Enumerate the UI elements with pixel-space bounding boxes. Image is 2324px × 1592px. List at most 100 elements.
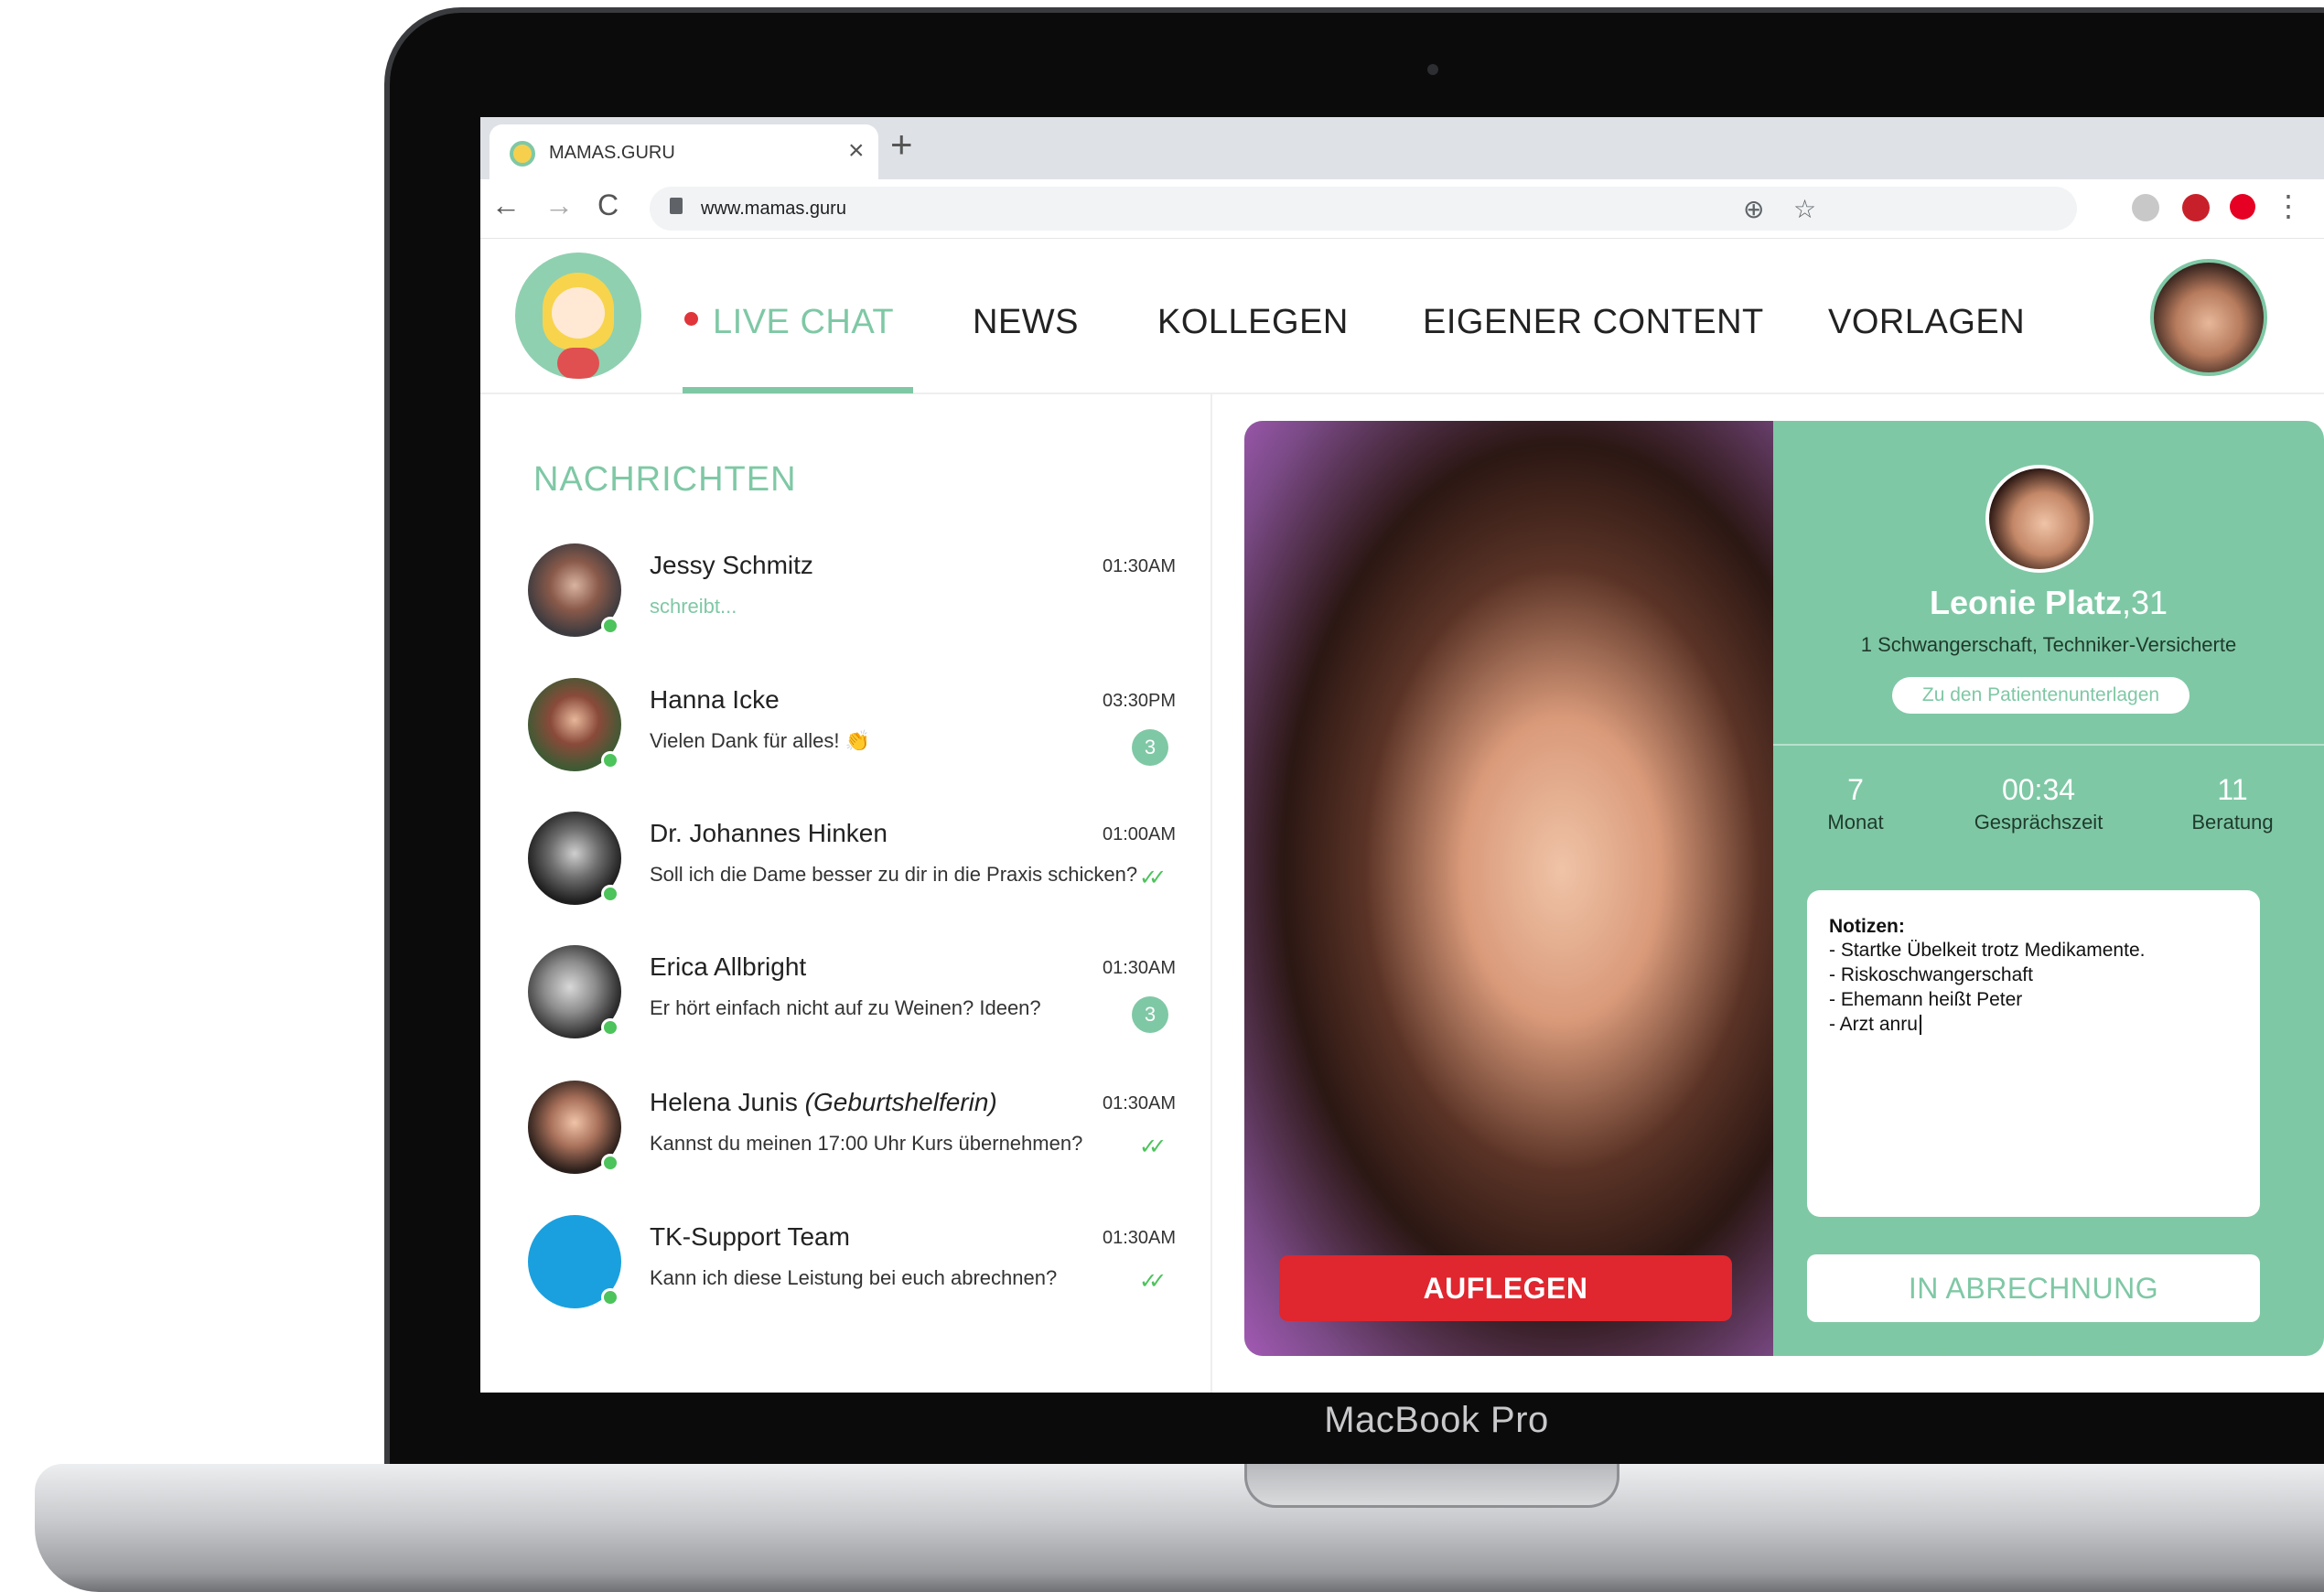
- nav-news[interactable]: NEWS: [973, 303, 1079, 342]
- mamas-favicon-icon: [510, 141, 535, 167]
- message-item[interactable]: TK-Support Team 01:30AM Kann ich diese L…: [480, 1215, 1212, 1349]
- new-tab-icon[interactable]: +: [890, 123, 913, 167]
- patient-subtitle: 1 Schwangerschaft, Techniker-Versicherte: [1860, 633, 2237, 656]
- contact-name: Dr. Johannes Hinken: [650, 819, 888, 847]
- message-time: 01:30AM: [1103, 1228, 1177, 1248]
- notes-line: - Riskoschwangerschaft: [1829, 964, 2033, 985]
- laptop-camera: [1427, 64, 1438, 75]
- browser-tabstrip: MAMAS.GURU × +: [480, 117, 2324, 179]
- read-check-icon: ✓✓: [1139, 866, 1167, 890]
- message-item[interactable]: Hanna Icke 03:30PM Vielen Dank für alles…: [480, 678, 1212, 812]
- live-call-card: AUFLEGEN Leonie Platz,31 1 Schwangerscha…: [1244, 421, 2324, 1356]
- nav-kollegen[interactable]: KOLLEGEN: [1157, 303, 1349, 342]
- contact-name: Erica Allbright: [650, 952, 807, 981]
- text-caret: [1919, 1015, 1921, 1036]
- user-avatar[interactable]: [2150, 259, 2267, 376]
- unread-count-badge: 3: [1132, 996, 1168, 1033]
- location-icon[interactable]: ⊕: [1743, 194, 1764, 224]
- mamas-guru-logo[interactable]: [515, 253, 641, 379]
- notes-line: - Ehemann heißt Peter: [1829, 989, 2023, 1010]
- online-status-icon: [601, 1288, 619, 1307]
- drive-icon[interactable]: [2132, 194, 2159, 221]
- tab-close-icon[interactable]: ×: [848, 135, 865, 167]
- message-time: 01:30AM: [1103, 556, 1177, 576]
- messages-title: NACHRICHTEN: [533, 460, 797, 499]
- message-preview: Soll ich die Dame besser zu dir in die P…: [650, 863, 1138, 886]
- laptop-hinge-notch: [1244, 1464, 1619, 1508]
- stat-call-time: 00:34 Gesprächszeit: [1965, 773, 2112, 834]
- notes-line-text: - Arzt anru: [1829, 1014, 1918, 1035]
- messages-panel: NACHRICHTEN Jessy Schmitz 01:30AM schrei…: [480, 394, 1212, 1393]
- nav-live-chat[interactable]: LIVE CHAT: [684, 303, 894, 342]
- stat-label: Gesprächszeit: [1974, 811, 2103, 834]
- contact-name-text: Helena Junis: [650, 1088, 798, 1116]
- live-indicator-icon: [684, 312, 698, 327]
- video-feed: AUFLEGEN: [1244, 421, 1773, 1356]
- nav-vorlagen[interactable]: VORLAGEN: [1828, 303, 2025, 342]
- divider: [1773, 744, 2324, 746]
- notes-line: - Startke Übelkeit trotz Medikamente.: [1829, 940, 2146, 961]
- lock-icon: [670, 198, 683, 214]
- message-preview: Kann ich diese Leistung bei euch abrechn…: [650, 1266, 1058, 1289]
- nav-active-underline: [683, 387, 913, 393]
- message-item[interactable]: Jessy Schmitz 01:30AM schreibt...: [480, 543, 1212, 677]
- message-time: 03:30PM: [1103, 691, 1177, 711]
- read-check-icon: ✓✓: [1139, 1135, 1167, 1159]
- app-header: LIVE CHAT NEWS KOLLEGEN EIGENER CONTENT …: [480, 239, 2324, 394]
- marketing-stage: MacBook Pro MAMAS.GURU × + ← → C www.mam…: [0, 0, 2324, 1592]
- stat-value: 11: [2217, 773, 2248, 806]
- online-status-icon: [601, 1018, 619, 1037]
- address-url[interactable]: www.mamas.guru: [701, 199, 846, 220]
- logo-heart-icon: [557, 348, 599, 379]
- online-status-icon: [601, 617, 619, 635]
- bill-button[interactable]: IN ABRECHNUNG ÜBERNEHMEN: [1807, 1254, 2260, 1356]
- nav-live-chat-label: LIVE CHAT: [713, 303, 895, 341]
- message-time: 01:30AM: [1103, 1093, 1177, 1113]
- forward-arrow-icon[interactable]: →: [544, 188, 574, 222]
- star-icon[interactable]: ☆: [1793, 194, 1816, 224]
- stat-consultations: 11 Beratung: [2159, 773, 2306, 834]
- message-item[interactable]: Erica Allbright 01:30AM Er hört einfach …: [480, 945, 1212, 1079]
- read-check-icon: ✓✓: [1139, 1269, 1167, 1294]
- patient-records-button[interactable]: Zu den Patientenunterlagen: [1892, 677, 2190, 714]
- patient-info-panel: Leonie Platz,31 1 Schwangerschaft, Techn…: [1773, 421, 2324, 1356]
- message-time: 01:00AM: [1103, 824, 1177, 844]
- notes-line: - Arzt anru: [1829, 1012, 2238, 1037]
- patient-name: Leonie Platz,31: [1773, 584, 2324, 622]
- stat-month: 7 Monat: [1782, 773, 1929, 834]
- adblock-icon[interactable]: [2182, 194, 2210, 221]
- online-status-icon: [601, 751, 619, 769]
- unread-count-badge: 3: [1132, 729, 1168, 766]
- nav-eigener-content[interactable]: EIGENER CONTENT: [1423, 303, 1764, 342]
- hangup-button[interactable]: AUFLEGEN: [1279, 1255, 1732, 1321]
- browser-toolbar: ← → C www.mamas.guru ⊕ ☆ ⋮: [480, 179, 2324, 239]
- message-preview: Vielen Dank für alles! 👏: [650, 729, 870, 752]
- patient-avatar: [1985, 465, 2093, 573]
- logo-face: [552, 287, 605, 339]
- browser-window: MAMAS.GURU × + ← → C www.mamas.guru ⊕ ☆ …: [480, 117, 2324, 1393]
- stat-label: Beratung: [2191, 811, 2274, 834]
- message-item[interactable]: Helena Junis (Geburtshelferin) 01:30AM K…: [480, 1081, 1212, 1214]
- patient-name-text: Leonie Platz: [1929, 584, 2122, 621]
- contact-name: Hanna Icke: [650, 685, 780, 714]
- stat-label: Monat: [1827, 811, 1884, 834]
- browser-tab[interactable]: MAMAS.GURU ×: [490, 124, 878, 179]
- pinterest-icon[interactable]: [2230, 194, 2255, 220]
- message-item[interactable]: Dr. Johannes Hinken 01:00AM Soll ich die…: [480, 812, 1212, 945]
- stat-value: 7: [1847, 773, 1864, 806]
- menu-icon[interactable]: ⋮: [2274, 188, 2303, 223]
- online-status-icon: [601, 885, 619, 903]
- laptop-model-label: MacBook Pro: [1324, 1400, 1549, 1440]
- contact-name: Helena Junis (Geburtshelferin): [650, 1088, 997, 1117]
- message-preview: Kannst du meinen 17:00 Uhr Kurs übernehm…: [650, 1132, 1083, 1155]
- online-status-icon: [601, 1154, 619, 1172]
- address-bar[interactable]: www.mamas.guru ⊕ ☆: [650, 187, 2077, 231]
- back-arrow-icon[interactable]: ←: [491, 188, 521, 222]
- notes-title: Notizen:: [1829, 916, 1905, 937]
- notes-field[interactable]: Notizen: - Startke Übelkeit trotz Medika…: [1807, 890, 2260, 1217]
- contact-name: Jessy Schmitz: [650, 551, 813, 579]
- message-time: 01:30AM: [1103, 958, 1177, 978]
- patient-age: ,31: [2122, 584, 2168, 621]
- reload-icon[interactable]: C: [597, 188, 619, 222]
- message-preview: schreibt...: [650, 595, 737, 618]
